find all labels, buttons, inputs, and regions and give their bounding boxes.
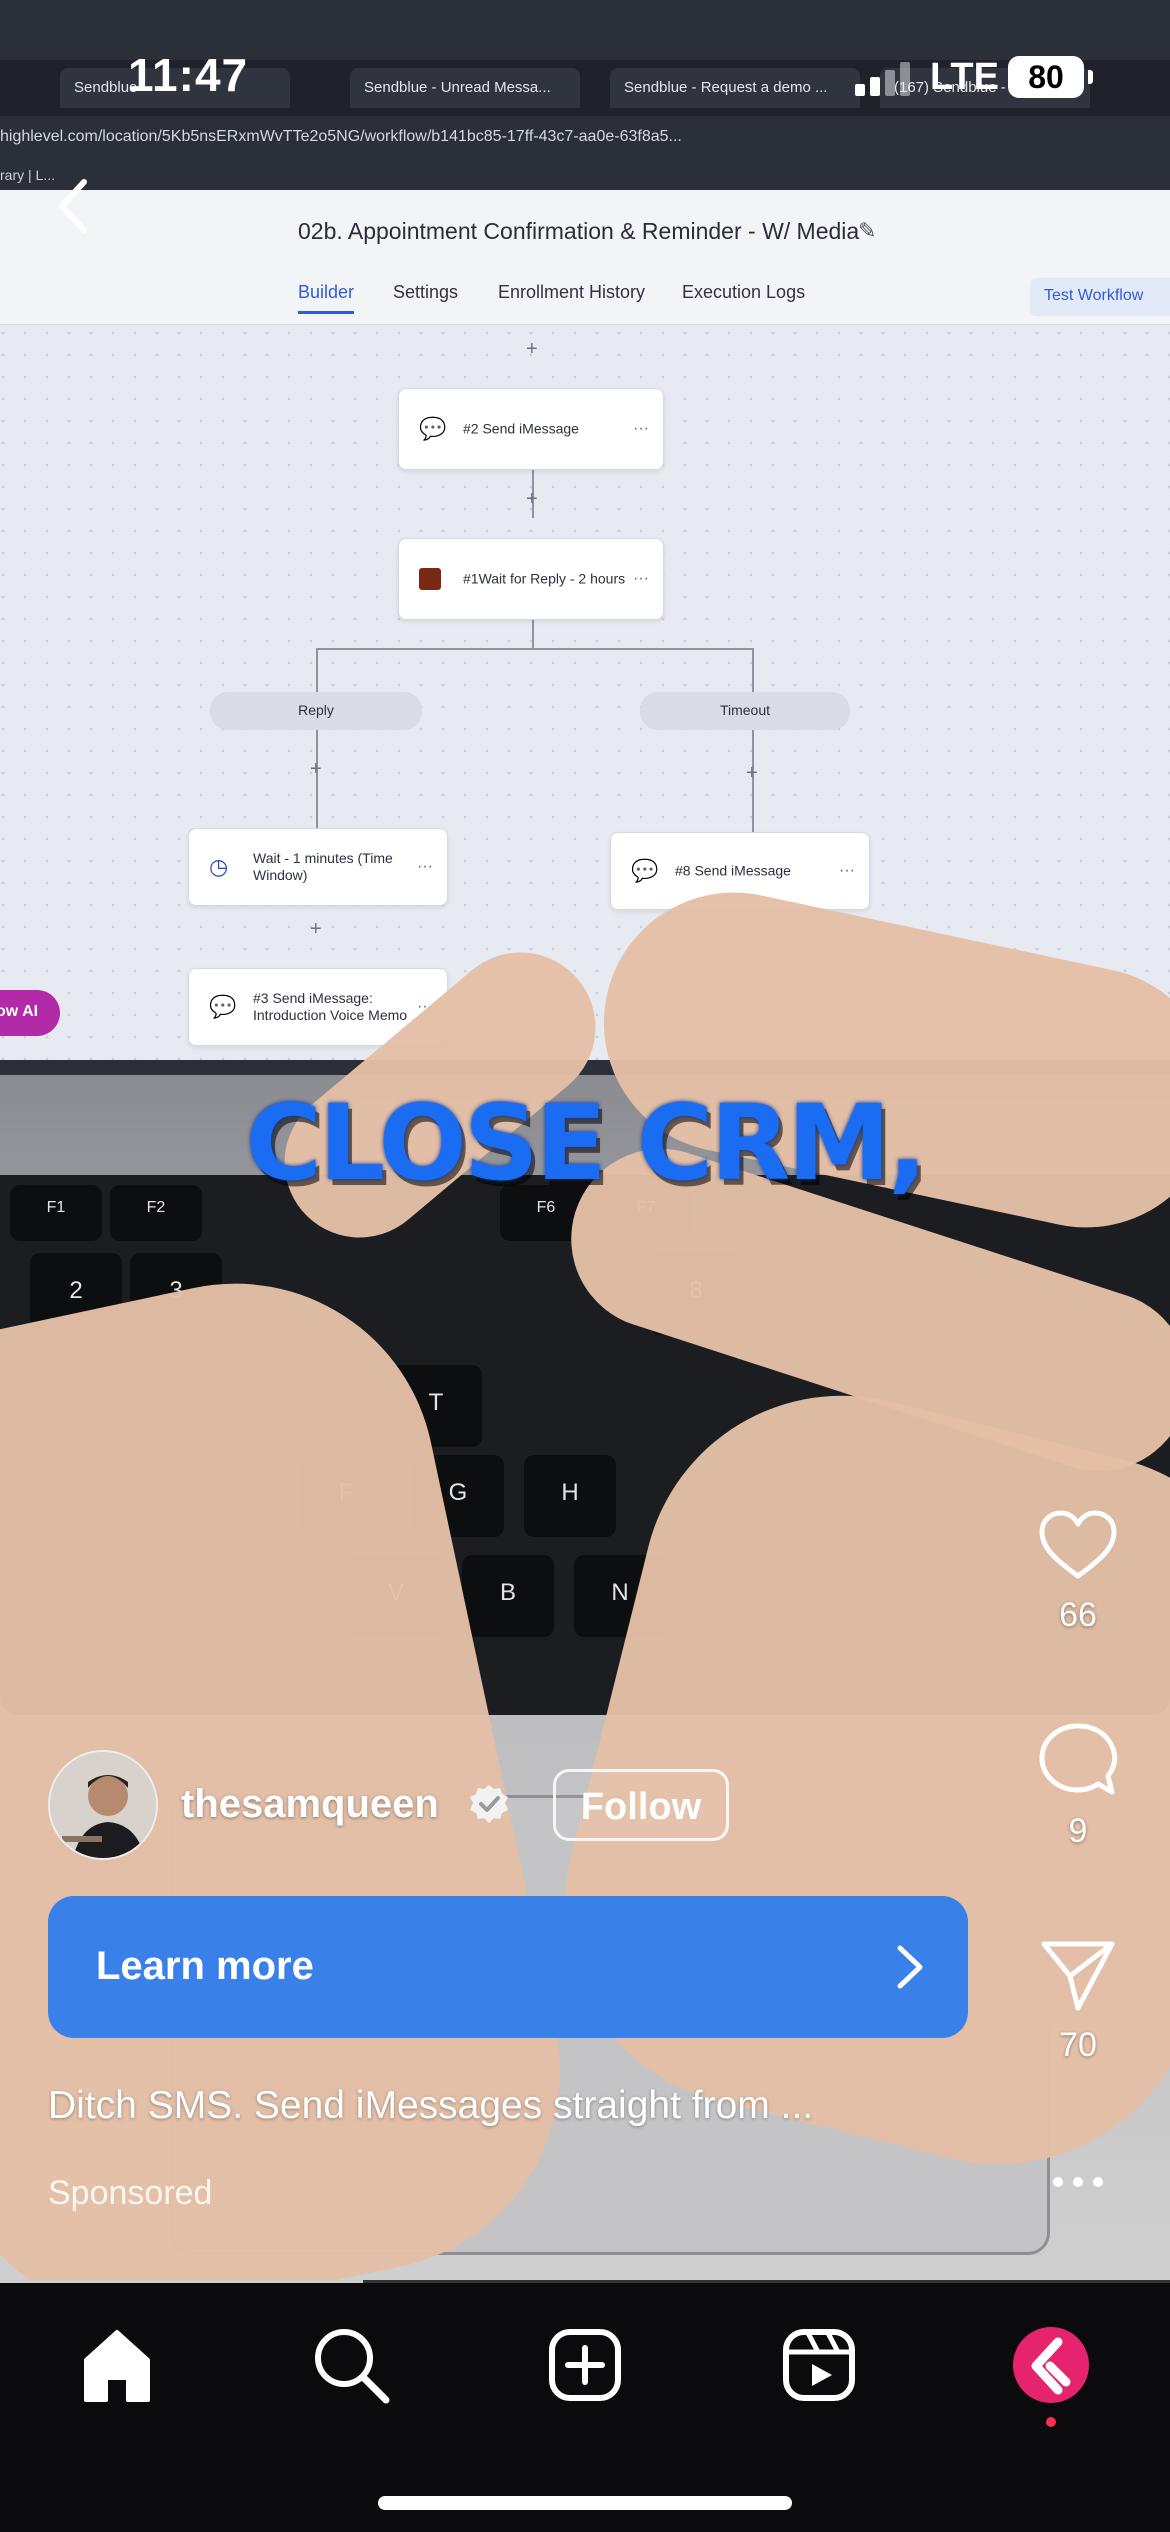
- share-count: 70: [1059, 2026, 1097, 2064]
- add-step-icon: +: [746, 762, 758, 784]
- home-indicator: [378, 2496, 792, 2510]
- test-workflow-button: Test Workflow: [1030, 278, 1170, 316]
- browser-bookmarks: rary | L...: [0, 162, 1170, 190]
- add-step-icon: +: [526, 488, 538, 510]
- more-options-icon: ···: [633, 420, 649, 437]
- workflow-builder: 02b. Appointment Confirmation & Reminder…: [0, 190, 1170, 1060]
- comment-action: 9: [1030, 1722, 1126, 1851]
- more-options-icon: ···: [633, 570, 649, 587]
- more-options-icon: ···: [839, 862, 855, 879]
- add-step-icon: +: [526, 338, 538, 360]
- home-icon[interactable]: [72, 2320, 162, 2410]
- key: H: [524, 1455, 616, 1537]
- profile-row: thesamqueen Follow: [48, 1750, 848, 1860]
- verified-icon: [470, 1785, 508, 1823]
- chat-bubble-icon: 💬: [209, 994, 237, 1019]
- avatar-image: [50, 1752, 156, 1858]
- connector-line: [532, 620, 534, 650]
- pencil-icon: ✎: [858, 218, 877, 243]
- battery-nub: [1088, 70, 1093, 84]
- chat-bubble-icon: 💬: [631, 858, 659, 883]
- avatar[interactable]: [48, 1750, 158, 1860]
- signal-icon: [855, 62, 910, 96]
- video-progress[interactable]: [0, 2280, 1170, 2283]
- profile-icon[interactable]: [1006, 2320, 1096, 2430]
- status-time: 11:47: [128, 49, 249, 101]
- branch-timeout: Timeout: [640, 692, 850, 730]
- workflow-title: 02b. Appointment Confirmation & Reminder…: [298, 218, 860, 244]
- tab-settings: Settings: [393, 282, 459, 302]
- sponsored-label: Sponsored: [48, 2174, 213, 2212]
- connector-line: [316, 648, 754, 650]
- more-dots-icon[interactable]: [1050, 2170, 1106, 2194]
- reel-caption[interactable]: Ditch SMS. Send iMessages straight from …: [48, 2084, 813, 2128]
- wait-icon: [419, 568, 441, 590]
- learn-more-button[interactable]: Learn more: [48, 1896, 968, 2038]
- video-progress-fill: [0, 2280, 363, 2283]
- tab-builder: Builder: [298, 282, 355, 314]
- tab-enrollment-history: Enrollment History: [498, 282, 646, 302]
- node-label: #3 Send iMessage: Introduction Voice Mem…: [253, 990, 408, 1023]
- more-options-icon: ···: [417, 858, 433, 875]
- clock-icon: ◷: [209, 854, 229, 879]
- heart-icon[interactable]: [1036, 1508, 1120, 1582]
- learn-more-label: Learn more: [96, 1944, 314, 1988]
- connector-line: [752, 648, 754, 692]
- workflow-node: 💬 #2 Send iMessage ···: [398, 388, 664, 470]
- connector-line: [316, 648, 318, 692]
- like-action: 66: [1030, 1508, 1126, 1635]
- workflow-node: ◷ Wait - 1 minutes (Time Window) ···: [188, 828, 448, 906]
- network-label: LTE: [930, 56, 999, 98]
- battery-icon: 80: [1008, 56, 1084, 98]
- key: B: [462, 1555, 554, 1637]
- add-step-icon: +: [310, 918, 322, 940]
- status-bar: 11:47 LTE 80: [0, 0, 1170, 140]
- workflow-node: #1Wait for Reply - 2 hours ···: [398, 538, 664, 620]
- share-action: 70: [1030, 1938, 1126, 2065]
- tab-execution-logs: Execution Logs: [682, 282, 806, 302]
- follow-button[interactable]: Follow: [553, 1769, 729, 1841]
- laptop-screen: Sendblue Sendblue - Unread Messa... Send…: [0, 0, 1170, 1075]
- video-caption: CLOSE CRM,: [245, 1082, 928, 1204]
- back-chevron-icon[interactable]: [40, 170, 110, 240]
- comment-count: 9: [1068, 1812, 1088, 1850]
- branch-reply: Reply: [210, 692, 422, 730]
- like-count: 66: [1059, 1596, 1097, 1634]
- add-step-icon: +: [310, 758, 322, 780]
- search-icon[interactable]: [306, 2320, 396, 2410]
- ai-pill: ow AI: [0, 990, 60, 1036]
- bottom-nav: [0, 2280, 1170, 2532]
- send-icon[interactable]: [1038, 1938, 1118, 2012]
- chevron-right-icon: [897, 1945, 923, 1989]
- comment-icon[interactable]: [1038, 1722, 1118, 1798]
- chat-bubble-icon: 💬: [419, 416, 447, 441]
- create-icon[interactable]: [540, 2320, 630, 2410]
- reels-icon[interactable]: [774, 2320, 864, 2410]
- node-label: Wait - 1 minutes (Time Window): [253, 850, 393, 883]
- username[interactable]: thesamqueen: [181, 1782, 439, 1827]
- workflow-header: 02b. Appointment Confirmation & Reminder…: [0, 190, 1170, 325]
